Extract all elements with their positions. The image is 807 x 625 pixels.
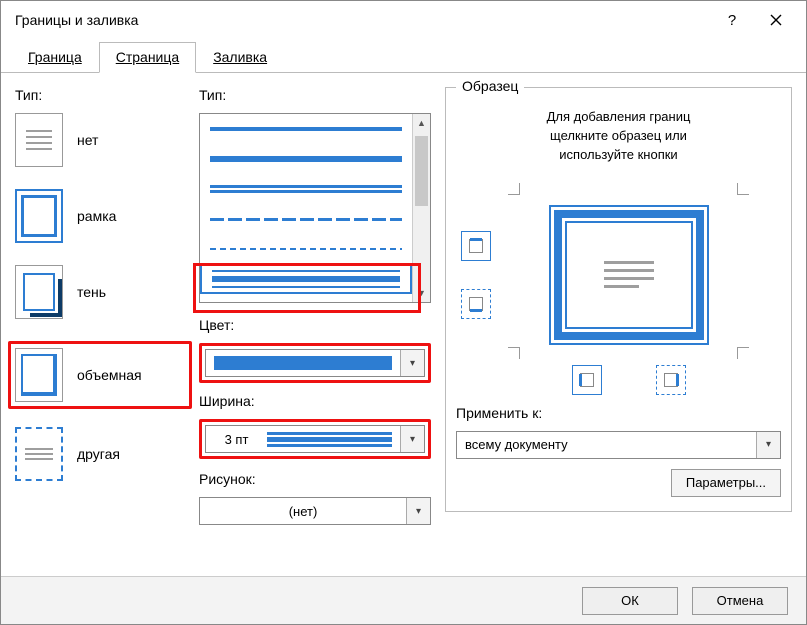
width-preview-icon xyxy=(267,432,392,447)
chevron-down-icon: ▾ xyxy=(406,498,430,524)
options-button[interactable]: Параметры... xyxy=(671,469,781,497)
preset-box[interactable]: рамка xyxy=(15,189,185,243)
corner-marker-icon xyxy=(737,183,749,195)
style-scrollbar[interactable]: ▲ ▼ xyxy=(412,114,430,302)
color-combo[interactable]: ▾ xyxy=(205,349,425,377)
preview-text-icon xyxy=(604,261,654,288)
preset-none-label: нет xyxy=(77,132,98,148)
preset-custom[interactable]: другая xyxy=(15,427,185,481)
edge-left-button[interactable] xyxy=(572,365,602,395)
edge-right-button[interactable] xyxy=(656,365,686,395)
preset-box-label: рамка xyxy=(77,208,116,224)
color-swatch xyxy=(214,356,392,370)
corner-marker-icon xyxy=(737,347,749,359)
art-label: Рисунок: xyxy=(199,471,431,487)
page-preview[interactable] xyxy=(554,210,704,340)
corner-marker-icon xyxy=(508,183,520,195)
chevron-down-icon: ▾ xyxy=(756,432,780,458)
titlebar: Границы и заливка ? xyxy=(1,1,806,39)
preset-box-icon xyxy=(15,189,63,243)
style-option[interactable] xyxy=(200,144,412,174)
dialog-footer: ОК Отмена xyxy=(1,576,806,624)
applyto-value: всему документу xyxy=(465,437,568,452)
preset-custom-icon xyxy=(15,427,63,481)
preset-custom-label: другая xyxy=(77,446,120,462)
style-column: Тип: ▲ ▼ xyxy=(199,87,431,572)
applyto-label: Применить к: xyxy=(456,405,781,421)
applyto-combo[interactable]: всему документу ▾ xyxy=(456,431,781,459)
width-value: 3 пт xyxy=(214,432,259,447)
color-label: Цвет: xyxy=(199,317,431,333)
edge-bottom-button[interactable] xyxy=(461,289,491,319)
chevron-down-icon: ▾ xyxy=(400,426,424,452)
style-option[interactable] xyxy=(200,234,412,264)
tab-shading[interactable]: Заливка xyxy=(196,42,284,73)
style-option[interactable] xyxy=(200,114,412,144)
dialog-title: Границы и заливка xyxy=(15,12,710,28)
corner-marker-icon xyxy=(508,347,520,359)
scroll-thumb[interactable] xyxy=(415,136,428,206)
preset-3d-icon xyxy=(15,348,63,402)
tab-strip: Граница Страница Заливка xyxy=(1,39,806,73)
tab-page[interactable]: Страница xyxy=(99,42,196,73)
style-label: Тип: xyxy=(199,87,431,103)
close-icon xyxy=(770,14,782,26)
close-button[interactable] xyxy=(754,5,798,35)
scroll-down-icon[interactable]: ▼ xyxy=(413,284,430,302)
tab-border[interactable]: Граница xyxy=(11,42,99,73)
preset-none[interactable]: нет xyxy=(15,113,185,167)
preset-none-icon xyxy=(15,113,63,167)
preview-hint: Для добавления границ щелкните образец и… xyxy=(456,108,781,165)
ok-button[interactable]: ОК xyxy=(582,587,678,615)
preset-3d-label: объемная xyxy=(77,367,142,383)
setting-label: Тип: xyxy=(15,87,185,103)
preview-area xyxy=(456,179,781,391)
width-combo[interactable]: 3 пт ▾ xyxy=(205,425,425,453)
preset-shadow-label: тень xyxy=(77,284,106,300)
preset-shadow-icon xyxy=(15,265,63,319)
preset-3d[interactable]: объемная xyxy=(8,341,192,409)
help-button[interactable]: ? xyxy=(710,5,754,35)
borders-and-shading-dialog: Границы и заливка ? Граница Страница Зал… xyxy=(0,0,807,625)
preview-groupbox: Образец Для добавления границ щелкните о… xyxy=(445,87,792,512)
cancel-button[interactable]: Отмена xyxy=(692,587,788,615)
setting-column: Тип: нет рамка тень объемная другая xyxy=(15,87,185,572)
style-option[interactable] xyxy=(200,174,412,204)
width-label: Ширина: xyxy=(199,393,431,409)
chevron-down-icon: ▾ xyxy=(400,350,424,376)
art-value: (нет) xyxy=(289,504,318,519)
art-combo[interactable]: (нет) ▾ xyxy=(199,497,431,525)
style-listbox[interactable]: ▲ ▼ xyxy=(199,113,431,303)
style-option-selected[interactable] xyxy=(200,264,412,294)
preview-column: Образец Для добавления границ щелкните о… xyxy=(445,87,792,572)
style-option[interactable] xyxy=(200,204,412,234)
preview-legend: Образец xyxy=(456,78,524,94)
scroll-up-icon[interactable]: ▲ xyxy=(413,114,430,132)
preset-shadow[interactable]: тень xyxy=(15,265,185,319)
edge-top-button[interactable] xyxy=(461,231,491,261)
dialog-body: Тип: нет рамка тень объемная другая xyxy=(1,73,806,576)
